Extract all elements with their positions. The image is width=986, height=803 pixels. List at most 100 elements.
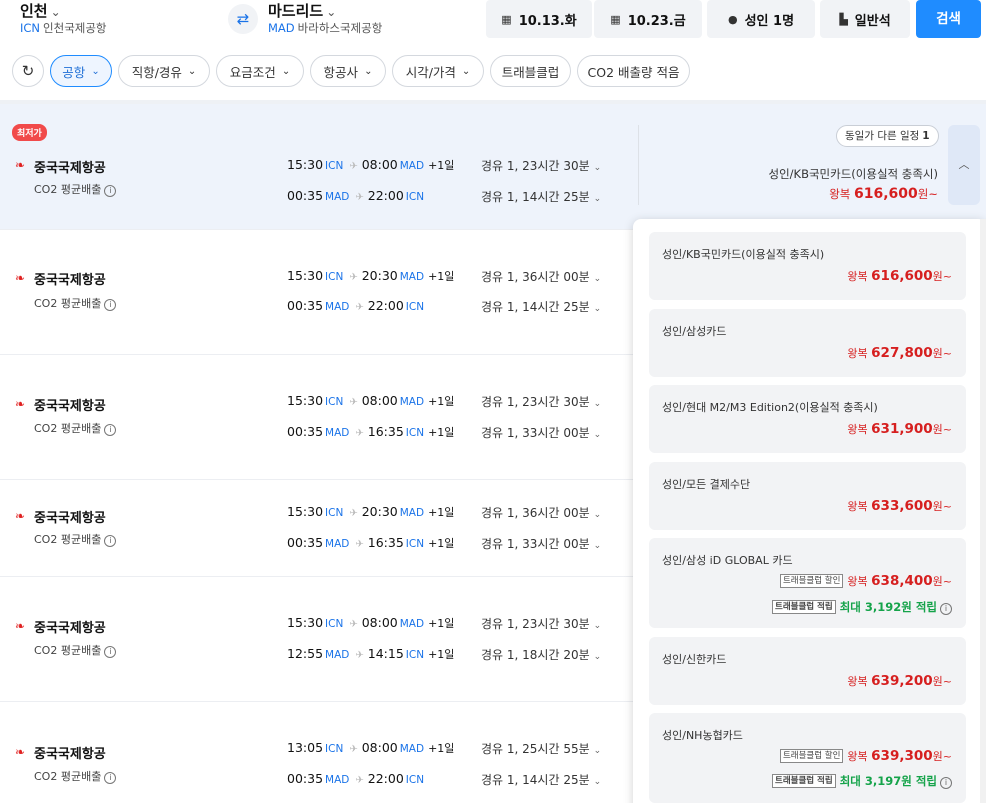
chevron-down-icon: ⌄ (593, 746, 602, 756)
depart-code: MAD (325, 649, 350, 661)
fare-option[interactable]: 성인/신한카드 왕복 639,200원~ (649, 637, 966, 705)
search-button[interactable]: 검색 (916, 0, 981, 38)
air-china-logo-icon: ❧ (15, 619, 26, 633)
info-icon[interactable]: i (104, 299, 117, 311)
filter-direct-stop[interactable]: 직항/경유 ⌄ (118, 55, 210, 87)
arrive-code: MAD (399, 160, 425, 172)
co2-label: CO2 평균배출 (34, 183, 102, 196)
chevron-down-icon: ⌄ (593, 194, 602, 204)
stop-info: 경유 1, 23시간 30분 (481, 395, 590, 409)
filter-fare-conditions[interactable]: 요금조건 ⌄ (216, 55, 304, 87)
return-stops[interactable]: 경유 1, 14시간 25분 ⌄ (481, 298, 601, 315)
return-date-button[interactable]: ▦ 10.23.금 (594, 0, 702, 38)
passengers-button[interactable]: ● 성인 1명 (707, 0, 815, 38)
air-china-logo-icon: ❧ (15, 271, 26, 285)
fare-label: 성인/KB국민카드(이용실적 충족시) (768, 167, 938, 181)
price-suffix: 원~ (917, 187, 938, 201)
info-icon[interactable]: i (104, 646, 117, 658)
filter-low-co2[interactable]: CO2 배출량 적음 (577, 55, 690, 87)
depart-time: 15:30 (287, 504, 324, 519)
fare-option[interactable]: 성인/현대 M2/M3 Edition2(이용실적 충족시) 왕복 631,90… (649, 385, 966, 453)
plane-icon: ✈ (349, 397, 358, 408)
return-stops[interactable]: 경유 1, 18시간 20분 ⌄ (481, 646, 601, 663)
arrive-code: ICN (405, 301, 425, 313)
swap-arrows-icon[interactable]: ⇄ (228, 4, 258, 34)
filter-airport[interactable]: 공항 ⌄ (50, 55, 112, 87)
info-icon[interactable]: i (104, 424, 117, 436)
fare-option[interactable]: 성인/NH농협카드 트래블클럽 할인 왕복 639,300원~ 트래블클럽 적립 최… (649, 713, 966, 803)
person-icon: ● (727, 12, 738, 26)
refresh-button[interactable]: ↻ (12, 55, 44, 87)
depart-code: ICN (325, 507, 344, 519)
chevron-down-icon: ⌄ (593, 304, 602, 314)
return-date: 10.23.금 (627, 13, 686, 29)
outbound-leg: 15:30 ICN ✈ 20:30 MAD +1일 (287, 268, 454, 284)
fare-option[interactable]: 성인/KB국민카드(이용실적 충족시) 왕복 616,600원~ (649, 232, 966, 300)
same-price-other-schedule-button[interactable]: 동일가 다른 일정 1 (836, 125, 939, 147)
info-icon[interactable]: i (104, 772, 117, 784)
plane-icon: ✈ (355, 192, 364, 203)
price-prefix: 왕복 (847, 347, 868, 360)
arrive-code: MAD (399, 618, 425, 630)
fare-label: 성인/삼성 iD GLOBAL 카드 (662, 554, 793, 567)
return-stops[interactable]: 경유 1, 33시간 00분 ⌄ (481, 535, 601, 552)
fare-option[interactable]: 성인/모든 결제수단 왕복 633,600원~ (649, 462, 966, 530)
fare-price[interactable]: 왕복 616,600원~ (829, 186, 938, 202)
outbound-stops[interactable]: 경유 1, 23시간 30분 ⌄ (481, 393, 601, 410)
return-leg: 00:35 MAD ✈ 16:35 ICN +1일 (287, 535, 454, 551)
return-leg: 00:35 MAD ✈ 22:00 ICN (287, 771, 428, 786)
stop-info: 경유 1, 18시간 20분 (481, 648, 590, 662)
fare-price: 왕복 627,800원~ (847, 345, 952, 361)
filter-time-price[interactable]: 시각/가격 ⌄ (392, 55, 484, 87)
same-day-label: 동일가 다른 일정 (845, 130, 920, 142)
collapse-fares-button[interactable]: ︿ (948, 125, 980, 205)
depart-date-button[interactable]: ▦ 10.13.화 (486, 0, 592, 38)
info-icon[interactable]: i (104, 185, 117, 197)
chevron-down-icon: ⌄ (187, 65, 197, 77)
filter-travel-club[interactable]: 트래블클럽 (490, 55, 571, 87)
co2-info: CO2 평균배출 i (34, 642, 117, 658)
co2-label: CO2 평균배출 (34, 422, 102, 435)
return-stops[interactable]: 경유 1, 14시간 25분 ⌄ (481, 771, 601, 788)
fare-label: 성인/신한카드 (662, 653, 727, 666)
arrive-time: 08:00 (361, 393, 398, 408)
arrive-code: MAD (399, 507, 425, 519)
outbound-stops[interactable]: 경유 1, 23시간 30분 ⌄ (481, 157, 601, 174)
filter-airline[interactable]: 항공사 ⌄ (310, 55, 386, 87)
stop-info: 경유 1, 23시간 30분 (481, 159, 590, 173)
plane-icon: ✈ (355, 302, 364, 313)
depart-time: 15:30 (287, 393, 324, 408)
fare-label: 성인/현대 M2/M3 Edition2(이용실적 충족시) (662, 401, 878, 414)
outbound-stops[interactable]: 경유 1, 36시간 00분 ⌄ (481, 504, 601, 521)
info-icon[interactable]: i (940, 777, 952, 789)
stop-info: 경유 1, 14시간 25분 (481, 773, 590, 787)
fare-label: 성인/KB국민카드(이용실적 충족시) (662, 248, 825, 261)
outbound-stops[interactable]: 경유 1, 23시간 30분 ⌄ (481, 615, 601, 632)
passengers: 성인 1명 (744, 13, 795, 29)
co2-label: CO2 평균배출 (34, 770, 102, 783)
fare-option[interactable]: 성인/삼성 iD GLOBAL 카드 트래블클럽 할인 왕복 638,400원~ … (649, 538, 966, 628)
outbound-stops[interactable]: 경유 1, 25시간 55분 ⌄ (481, 740, 601, 757)
cabin-button[interactable]: ▙ 일반석 (820, 0, 910, 38)
outbound-stops[interactable]: 경유 1, 36시간 00분 ⌄ (481, 268, 601, 285)
price-value: 638,400 (871, 573, 933, 589)
stop-info: 경유 1, 36시간 00분 (481, 270, 590, 284)
co2-info: CO2 평균배출 i (34, 531, 117, 547)
return-stops[interactable]: 경유 1, 14시간 25분 ⌄ (481, 188, 601, 205)
plane-icon: ✈ (355, 775, 364, 786)
return-stops[interactable]: 경유 1, 33시간 00분 ⌄ (481, 424, 601, 441)
depart-code: MAD (325, 774, 350, 786)
arrive-time: 22:00 (367, 298, 404, 313)
seat-icon: ▙ (839, 12, 848, 26)
outbound-leg: 15:30 ICN ✈ 08:00 MAD +1일 (287, 615, 454, 631)
destination-selector[interactable]: 마드리드 ⌄ (268, 0, 336, 21)
depart-code: MAD (325, 538, 350, 550)
arrive-time: 22:00 (367, 771, 404, 786)
fare-option[interactable]: 성인/삼성카드 왕복 627,800원~ (649, 309, 966, 377)
origin-selector[interactable]: 인천 ⌄ (20, 0, 61, 21)
depart-time: 15:30 (287, 157, 324, 172)
info-icon[interactable]: i (104, 535, 117, 547)
plane-icon: ✈ (349, 161, 358, 172)
info-icon[interactable]: i (940, 603, 952, 615)
scrollbar[interactable] (980, 219, 986, 803)
